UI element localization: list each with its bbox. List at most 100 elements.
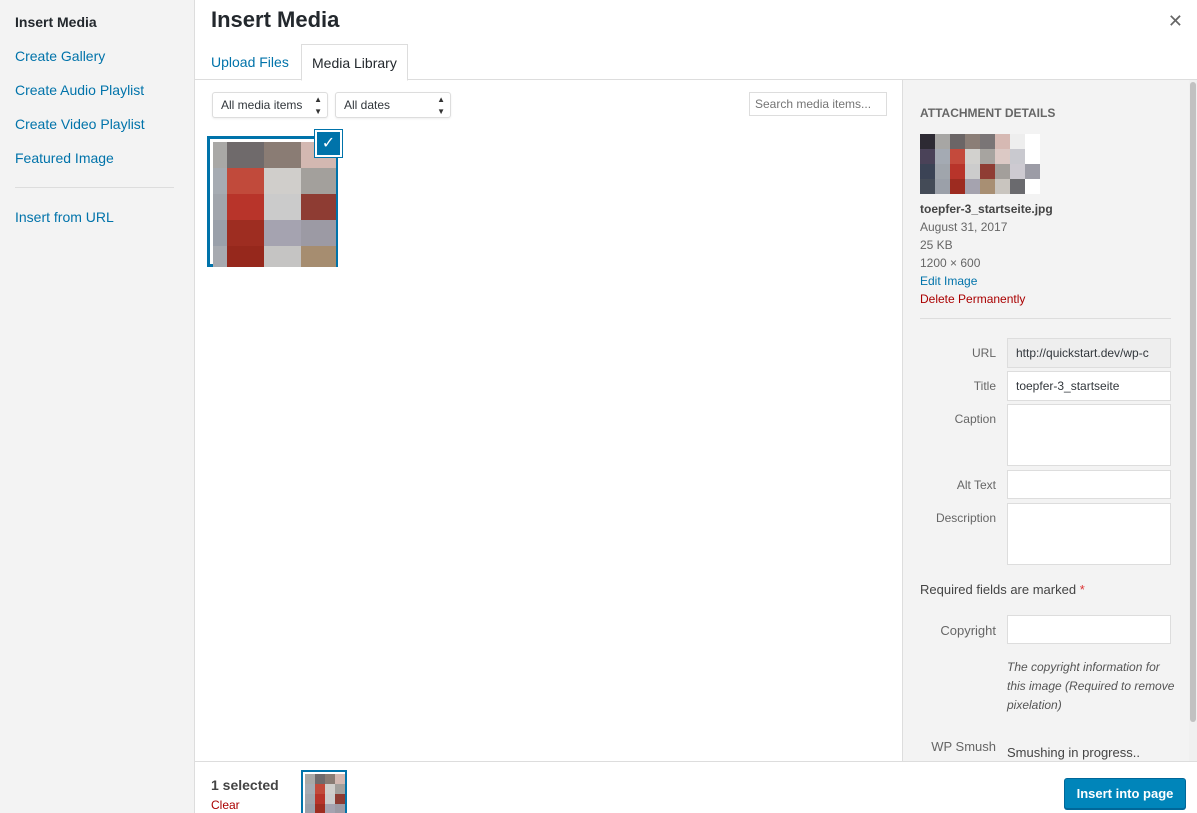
thumb-pixel [227,220,264,246]
thumb-pixel [335,774,345,784]
wp-smush-label: WP Smush [931,739,996,754]
close-icon[interactable]: ✕ [1168,11,1183,32]
thumb-pixel [213,168,227,194]
thumb-pixel [315,804,325,813]
thumb-pixel [301,246,336,267]
url-label: URL [971,346,996,360]
thumb-pixel [1010,149,1025,164]
thumb-pixel [315,794,325,804]
thumb-pixel [264,194,301,220]
thumb-pixel [213,220,227,246]
thumb-pixel [920,134,935,149]
thumb-pixel [264,168,301,194]
title-field[interactable]: toepfer-3_startseite [1007,371,1171,401]
copyright-field[interactable] [1007,615,1171,644]
thumb-pixel [980,179,995,194]
thumb-pixel [1010,179,1025,194]
thumb-pixel [213,142,227,168]
details-divider [920,318,1171,319]
attachment-details-heading: ATTACHMENT DETAILS [920,106,1056,120]
thumb-pixel [301,168,336,194]
thumb-pixel [325,794,335,804]
description-field[interactable] [1007,503,1171,565]
selection-count: 1 selected [211,777,279,793]
media-toolbar-bottom: 1 selected Clear Insert into page [195,761,1197,813]
thumb-pixel [305,784,315,794]
attachment-details-sidebar: ATTACHMENT DETAILS toepfer-3_startseite.… [902,80,1189,761]
thumb-pixel [920,149,935,164]
media-type-filter[interactable]: All media items ▲ ▼ [212,92,328,118]
copyright-help-text: The copyright information for this image… [1007,660,1175,712]
checkmark-icon[interactable]: ✓ [315,130,342,157]
router-tabs: Upload Files Media Library [195,44,1197,81]
thumb-pixel [305,794,315,804]
menu-item-create-audio-playlist[interactable]: Create Audio Playlist [15,82,144,98]
thumb-pixel [1025,149,1040,164]
thumb-pixel [920,164,935,179]
thumb-pixel [264,220,301,246]
selection-thumbnail[interactable] [301,770,347,813]
thumb-pixel [995,149,1010,164]
delete-permanently-link[interactable]: Delete Permanently [920,292,1025,306]
attachment-image [213,142,336,267]
title-label: Title [973,379,996,393]
attachment-date: August 31, 2017 [920,220,1008,234]
thumb-pixel [301,194,336,220]
required-fields-note: Required fields are marked * [920,582,1085,597]
thumb-pixel [335,804,345,813]
alt-text-field[interactable] [1007,470,1171,499]
search-input[interactable] [749,92,887,116]
description-label: Description [935,511,996,525]
thumb-pixel [995,134,1010,149]
thumb-pixel [335,784,345,794]
scrollbar-thumb[interactable] [1190,82,1196,722]
alt-text-label: Alt Text [956,478,996,492]
tab-media-library[interactable]: Media Library [301,44,408,81]
thumb-pixel [264,142,301,168]
thumb-pixel [1010,134,1025,149]
date-filter-value: All dates [344,98,391,112]
details-thumbnail [920,134,1040,194]
media-menu: Insert Media Create Gallery Create Audio… [0,0,195,813]
thumb-pixel [227,168,264,194]
menu-item-insert-from-url[interactable]: Insert from URL [15,209,114,225]
url-field[interactable]: http://quickstart.dev/wp-c [1007,338,1171,368]
thumb-pixel [980,149,995,164]
thumb-pixel [1010,164,1025,179]
thumb-pixel [980,164,995,179]
caption-field[interactable] [1007,404,1171,466]
attachment-dimensions: 1200 × 600 [920,256,981,270]
insert-into-page-button[interactable]: Insert into page [1064,778,1186,809]
thumb-pixel [935,164,950,179]
media-type-filter-value: All media items [221,98,303,112]
sidebar-scrollbar[interactable] [1189,80,1197,761]
thumb-pixel [995,179,1010,194]
thumb-pixel [1025,179,1040,194]
thumb-pixel [920,179,935,194]
menu-item-insert-media[interactable]: Insert Media [15,14,97,30]
edit-image-link[interactable]: Edit Image [920,274,977,288]
clear-selection-link[interactable]: Clear [211,798,240,812]
menu-item-create-gallery[interactable]: Create Gallery [15,48,105,64]
attachment-filename: toepfer-3_startseite.jpg [920,202,1053,216]
menu-separator [15,187,174,188]
thumb-pixel [227,246,264,267]
thumb-pixel [935,134,950,149]
thumb-pixel [1025,134,1040,149]
page-title: Insert Media [211,7,340,32]
menu-item-featured-image[interactable]: Featured Image [15,150,114,166]
wp-smush-status: Smushing in progress.. [1007,745,1140,760]
selection-thumbnail-image [305,774,345,813]
menu-item-create-video-playlist[interactable]: Create Video Playlist [15,116,145,132]
select-arrows-icon: ▲ ▼ [437,95,445,116]
copyright-label: Copyright [940,623,996,638]
date-filter[interactable]: All dates ▲ ▼ [335,92,451,118]
thumb-pixel [965,134,980,149]
tab-upload-files[interactable]: Upload Files [201,44,299,80]
thumb-pixel [325,784,335,794]
thumb-pixel [227,194,264,220]
thumb-pixel [315,774,325,784]
required-fields-text: Required fields are marked [920,582,1077,597]
required-star: * [1079,582,1085,597]
thumb-pixel [995,164,1010,179]
